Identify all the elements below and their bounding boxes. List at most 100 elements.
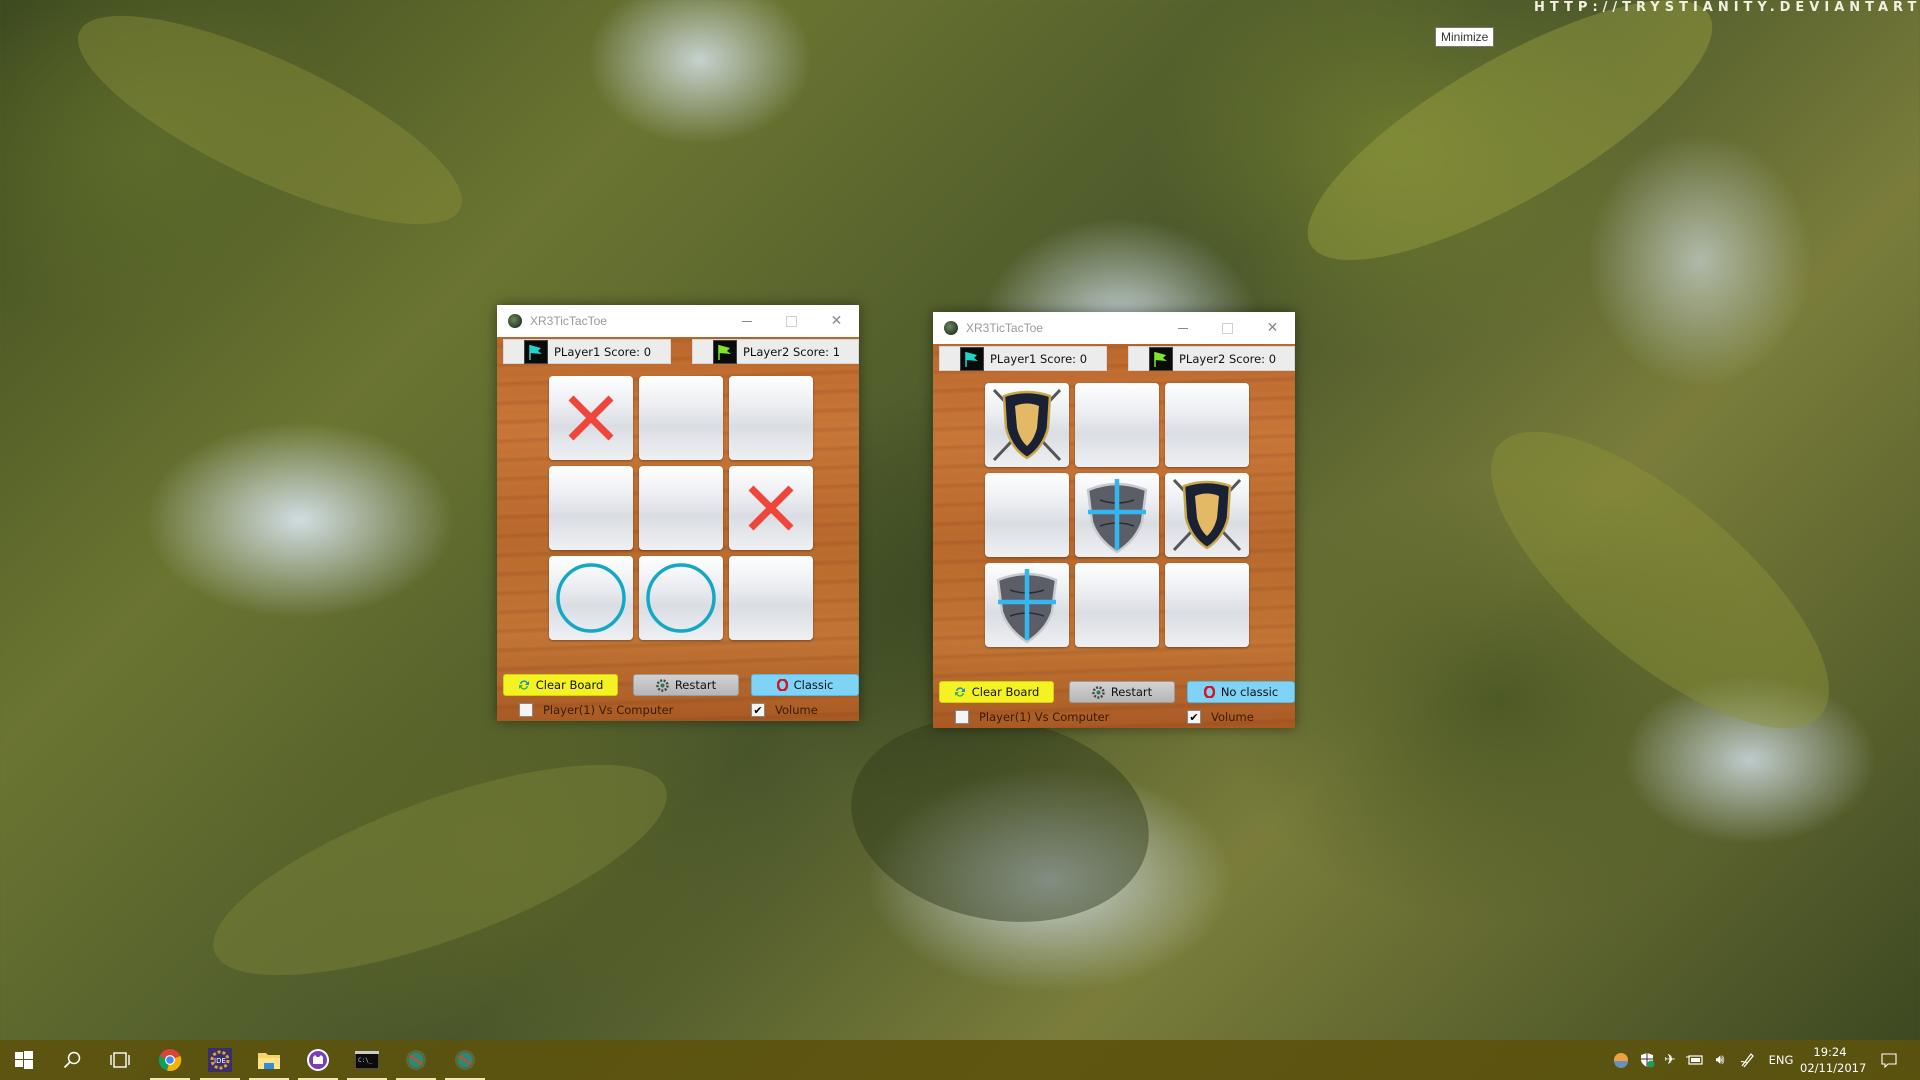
volume-option[interactable]: ✔ Volume [751, 702, 818, 718]
board-cell[interactable] [1075, 383, 1159, 467]
player1-score-panel: PLayer1 Score: 0 [939, 346, 1107, 371]
x-mark-icon [743, 480, 799, 536]
tray-battery[interactable] [1683, 1040, 1707, 1080]
app-icon [508, 314, 522, 328]
volume-checkbox[interactable]: ✔ [1187, 710, 1201, 724]
player2-flag-icon [713, 339, 737, 364]
speaker-icon: 🔊︎ [1715, 1052, 1725, 1068]
taskbar-xr3tictactoe-2[interactable] [441, 1040, 489, 1080]
volume-option[interactable]: ✔ Volume [1187, 709, 1254, 725]
task-view-button[interactable] [96, 1040, 144, 1080]
taskbar-command-prompt[interactable]: C:\_ [343, 1040, 391, 1080]
board-cell[interactable] [729, 466, 813, 550]
taskbar-file-explorer[interactable] [245, 1040, 293, 1080]
board-cell[interactable] [985, 383, 1069, 467]
minimize-tooltip: Minimize [1435, 27, 1495, 47]
minimize-icon [741, 320, 752, 322]
taskbar-java-ee-ide[interactable]: IDE [196, 1040, 244, 1080]
player1-score-panel: PLayer1 Score: 0 [503, 339, 671, 364]
x-mark-icon [563, 390, 619, 446]
restart-button[interactable]: Restart [1069, 681, 1175, 703]
volume-checkbox[interactable]: ✔ [751, 703, 765, 717]
board-cell[interactable] [729, 556, 813, 640]
wallpaper-watermark: HTTP://TRYSTIANITY.DEVIANTART.COM [1534, 0, 1920, 15]
title-bar[interactable]: XR3TicTacToe ✕ [933, 312, 1295, 344]
start-button[interactable] [0, 1040, 48, 1080]
airplane-icon: ✈ [1664, 1052, 1676, 1068]
maximize-button[interactable] [769, 305, 814, 337]
board-cell[interactable] [985, 473, 1069, 557]
board-cell[interactable] [1165, 473, 1249, 557]
vs-computer-option[interactable]: Player(1) Vs Computer [955, 709, 1109, 725]
minimize-button[interactable] [724, 305, 769, 337]
board-cell[interactable] [1165, 383, 1249, 467]
taskbar-github-desktop[interactable] [294, 1040, 342, 1080]
wallpaper-leaf [1275, 0, 1745, 306]
taskbar-xr3tictactoe-1[interactable] [392, 1040, 440, 1080]
board-cell[interactable] [1075, 563, 1159, 647]
close-button[interactable]: ✕ [1250, 312, 1295, 344]
game-board [549, 376, 813, 640]
board-cell[interactable] [1075, 473, 1159, 557]
taskbar-chrome[interactable] [146, 1040, 194, 1080]
tictactoe-window-shields: XR3TicTacToe ✕ PLayer1 Score: 0 PLayer2 … [933, 312, 1295, 728]
restart-gear-icon [1092, 685, 1105, 699]
player2-flag-icon [1149, 346, 1173, 371]
clear-board-button[interactable]: Clear Board [939, 681, 1054, 703]
board-cell[interactable] [549, 556, 633, 640]
board-cell[interactable] [549, 376, 633, 460]
pen-workspace-icon [1740, 1053, 1754, 1068]
close-button[interactable]: ✕ [814, 305, 859, 337]
refresh-icon [518, 679, 530, 691]
title-bar[interactable]: XR3TicTacToe ✕ [497, 305, 859, 337]
player1-score: PLayer1 Score: 0 [554, 344, 652, 359]
board-cell[interactable] [549, 466, 633, 550]
chrome-icon [158, 1049, 182, 1071]
wallpaper-leaf [834, 695, 1166, 945]
taskbar: IDE C:\_ ✈ 🔊︎ ENG 19:24 02/11/2017 [0, 1040, 1920, 1080]
tray-volume[interactable]: 🔊︎ [1708, 1040, 1732, 1080]
tray-weather[interactable] [1610, 1040, 1632, 1080]
wallpaper-leaf [54, 0, 486, 264]
vs-computer-option[interactable]: Player(1) Vs Computer [519, 702, 673, 718]
minimize-button[interactable] [1160, 312, 1205, 344]
clock[interactable]: 19:24 02/11/2017 [1800, 1044, 1866, 1076]
svg-text:IDE: IDE [214, 1057, 226, 1065]
restart-button[interactable]: Restart [633, 674, 739, 696]
board-cell[interactable] [639, 376, 723, 460]
tray-security[interactable] [1636, 1040, 1658, 1080]
classic-mode-button[interactable]: Classic [751, 674, 859, 696]
app-icon [944, 321, 958, 335]
board-cell[interactable] [985, 563, 1069, 647]
board-cell[interactable] [1165, 563, 1249, 647]
player2-score-panel: PLayer2 Score: 1 [692, 339, 859, 364]
close-icon: ✕ [1266, 320, 1279, 336]
game-icon [406, 1050, 426, 1070]
classic-mode-button[interactable]: No classic [1187, 681, 1295, 703]
game-board [985, 383, 1249, 647]
volume-label: Volume [1211, 710, 1254, 724]
board-cell[interactable] [729, 376, 813, 460]
clear-board-button[interactable]: Clear Board [503, 674, 618, 696]
folder-icon [258, 1053, 280, 1069]
java-ee-ide-icon: IDE [208, 1048, 232, 1072]
opera-icon [776, 679, 788, 691]
tray-pen[interactable] [1733, 1040, 1761, 1080]
search-button[interactable] [48, 1040, 96, 1080]
tictactoe-window-classic: XR3TicTacToe ✕ PLayer1 Score: 0 PLayer2 … [497, 305, 859, 721]
notification-icon [1881, 1052, 1897, 1068]
tray-airplane-mode[interactable]: ✈ [1658, 1040, 1682, 1080]
action-center-button[interactable] [1874, 1040, 1904, 1080]
vs-computer-checkbox[interactable] [519, 703, 533, 717]
blue-cross-shield-icon [1078, 476, 1156, 554]
board-cell[interactable] [639, 556, 723, 640]
windows-icon [15, 1051, 33, 1069]
restart-label: Restart [674, 678, 717, 692]
vs-computer-checkbox[interactable] [955, 710, 969, 724]
wallpaper-leaf [1447, 383, 1873, 777]
search-icon [63, 1051, 81, 1069]
maximize-button[interactable] [1205, 312, 1250, 344]
restart-gear-icon [656, 678, 669, 692]
tray-language[interactable]: ENG [1766, 1040, 1796, 1080]
board-cell[interactable] [639, 466, 723, 550]
